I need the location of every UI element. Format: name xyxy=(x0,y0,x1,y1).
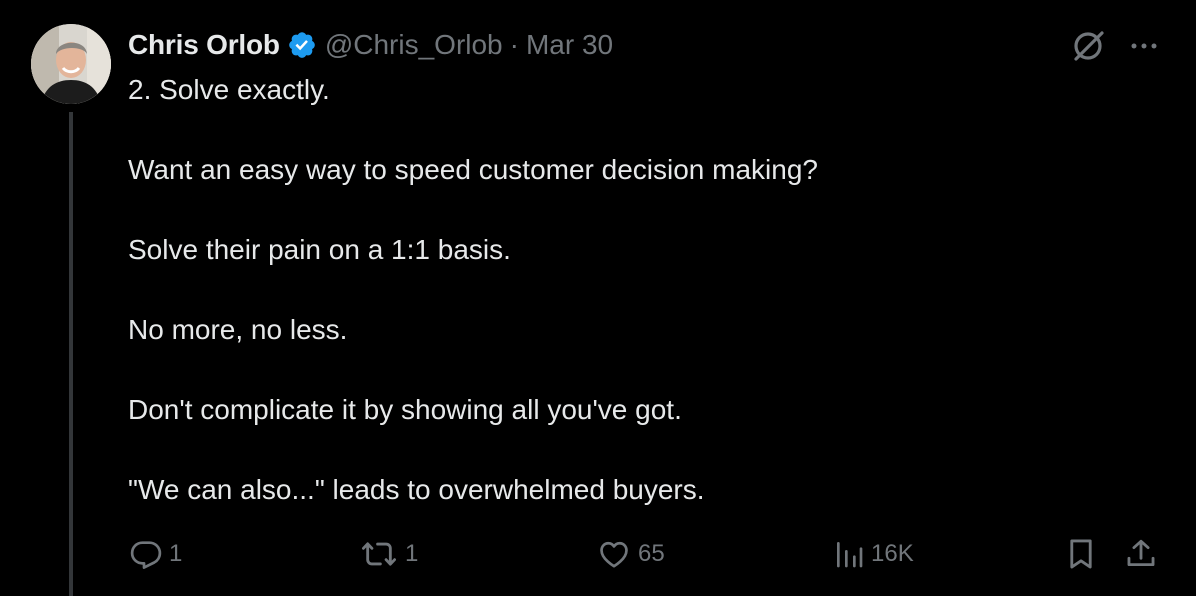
verified-badge-icon[interactable] xyxy=(287,30,317,60)
bookmark-button[interactable] xyxy=(1064,532,1098,576)
author-handle[interactable]: @Chris_Orlob xyxy=(325,29,503,61)
thread-line xyxy=(69,112,73,596)
bookmark-icon xyxy=(1070,539,1092,569)
tweet-line: Solve their pain on a 1:1 basis. xyxy=(128,234,511,265)
tweet-date[interactable]: Mar 30 xyxy=(526,29,613,61)
grok-icon[interactable] xyxy=(1066,24,1110,68)
reply-count: 1 xyxy=(169,540,183,567)
more-icon[interactable] xyxy=(1122,24,1166,68)
separator-dot: · xyxy=(509,29,519,60)
repost-count: 1 xyxy=(405,540,419,567)
tweet-line: "We can also..." leads to overwhelmed bu… xyxy=(128,474,705,505)
tweet-line: No more, no less. xyxy=(128,314,348,345)
author-name[interactable]: Chris Orlob xyxy=(128,29,280,61)
tweet-header: Chris Orlob @Chris_Orlob · Mar 30 xyxy=(128,27,613,63)
tweet-line: Want an easy way to speed customer decis… xyxy=(128,154,818,185)
avatar[interactable] xyxy=(31,24,111,104)
like-count: 65 xyxy=(638,540,665,567)
views-icon xyxy=(837,542,863,568)
reply-icon xyxy=(130,541,162,569)
reply-button[interactable]: 1 xyxy=(129,532,182,576)
share-button[interactable] xyxy=(1124,532,1158,576)
avatar-image xyxy=(31,24,111,104)
like-icon xyxy=(600,541,628,568)
tweet-line: 2. Solve exactly. xyxy=(128,74,330,105)
repost-icon xyxy=(362,542,397,566)
views-button[interactable]: 16K xyxy=(833,532,914,576)
share-icon xyxy=(1127,539,1155,567)
tweet-text: 2. Solve exactly. Want an easy way to sp… xyxy=(128,70,1128,510)
like-button[interactable]: 65 xyxy=(596,532,665,576)
repost-button[interactable]: 1 xyxy=(359,532,418,576)
view-count: 16K xyxy=(871,540,914,567)
tweet-line: Don't complicate it by showing all you'v… xyxy=(128,394,682,425)
action-bar: 1 1 65 16K xyxy=(0,532,1196,576)
